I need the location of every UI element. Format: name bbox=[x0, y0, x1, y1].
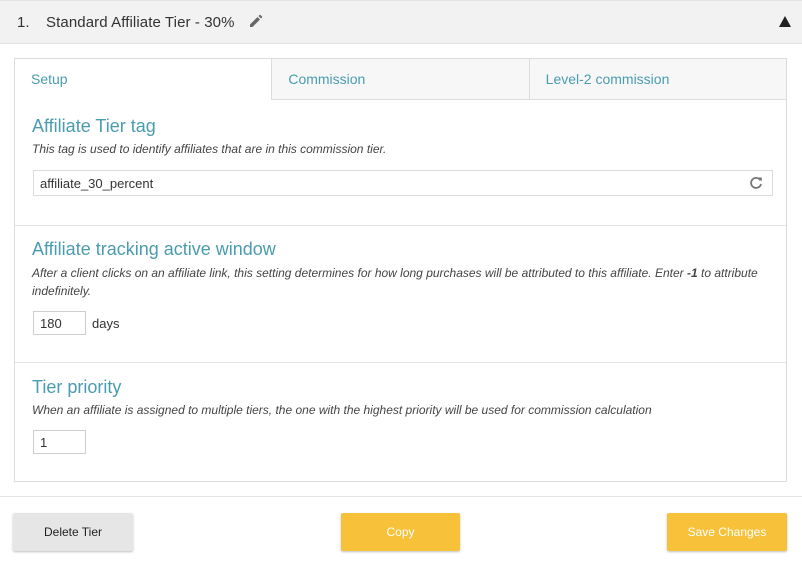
tab-setup[interactable]: Setup bbox=[15, 59, 272, 100]
tier-priority-input[interactable] bbox=[33, 430, 86, 454]
refresh-icon[interactable] bbox=[749, 176, 763, 190]
tier-tag-field bbox=[33, 170, 773, 196]
tier-number: 1. bbox=[17, 14, 30, 31]
tier-tag-section: Affiliate Tier tag This tag is used to i… bbox=[15, 100, 786, 226]
tracking-window-title: Affiliate tracking active window bbox=[32, 239, 276, 259]
tier-title: Standard Affiliate Tier - 30% bbox=[46, 14, 235, 31]
tier-settings-panel: Setup Commission Level-2 commission Affi… bbox=[14, 58, 787, 482]
tier-tag-title: Affiliate Tier tag bbox=[32, 116, 156, 136]
tracking-window-description: After a client clicks on an affiliate li… bbox=[32, 264, 772, 300]
tracking-window-section: Affiliate tracking active window After a… bbox=[15, 226, 786, 363]
days-label: days bbox=[92, 316, 120, 331]
copy-button[interactable]: Copy bbox=[341, 513, 460, 551]
tracking-window-input[interactable] bbox=[33, 311, 86, 335]
tier-priority-section: Tier priority When an affiliate is assig… bbox=[15, 363, 786, 481]
tab-commission[interactable]: Commission bbox=[271, 59, 529, 100]
pencil-icon[interactable] bbox=[249, 14, 263, 28]
tier-priority-title: Tier priority bbox=[32, 377, 122, 397]
delete-tier-button[interactable]: Delete Tier bbox=[13, 513, 133, 551]
tab-level-2-commission[interactable]: Level-2 commission bbox=[528, 59, 786, 100]
footer-divider bbox=[0, 496, 802, 497]
tier-tag-description: This tag is used to identify affiliates … bbox=[32, 142, 387, 156]
tracking-window-description-text: After a client clicks on an affiliate li… bbox=[32, 266, 687, 280]
save-changes-button[interactable]: Save Changes bbox=[667, 513, 787, 551]
indefinite-value: -1 bbox=[687, 266, 698, 280]
tier-tag-input[interactable] bbox=[34, 171, 734, 195]
triangle-up-icon[interactable] bbox=[779, 16, 791, 27]
tier-header[interactable]: 1. Standard Affiliate Tier - 30% bbox=[0, 0, 802, 44]
tier-priority-description: When an affiliate is assigned to multipl… bbox=[32, 403, 652, 417]
tab-bar: Setup Commission Level-2 commission bbox=[15, 59, 786, 100]
